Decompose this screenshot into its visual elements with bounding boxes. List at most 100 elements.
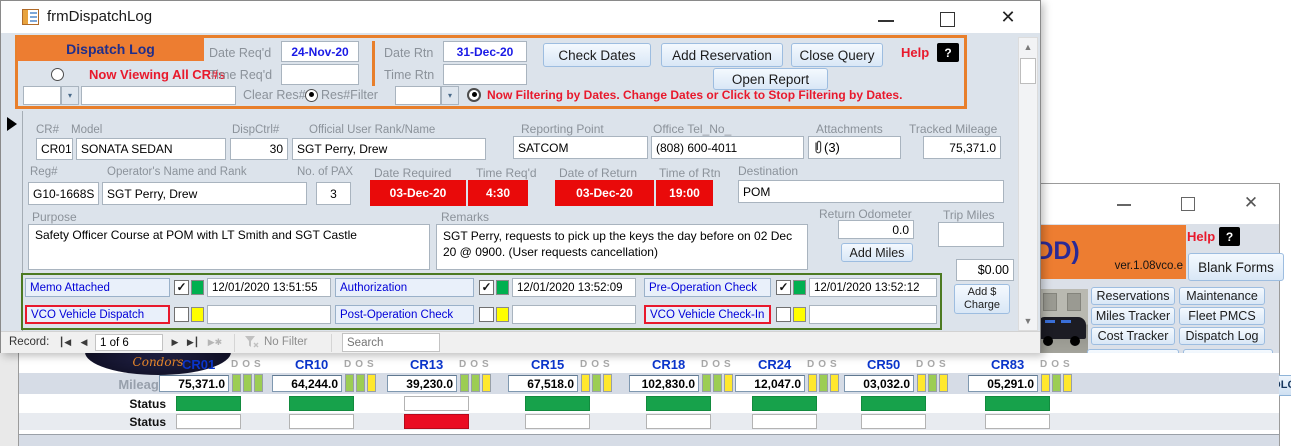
miles-tracker-button[interactable]: Miles Tracker [1091,307,1175,325]
status-bar-1 [404,396,469,411]
return-odometer-field[interactable]: 0.0 [838,220,914,239]
res-filter-radio[interactable] [305,89,318,102]
res-number-field[interactable] [81,86,236,105]
vco-dispatch-checkbox[interactable] [174,307,189,322]
date-filter-radio[interactable] [467,88,481,102]
menu-help-icon[interactable]: ? [1219,227,1240,246]
purpose-field[interactable]: Safety Officer Course at POM with LT Smi… [28,224,430,270]
filter-icon[interactable] [244,335,260,349]
blank-forms-button[interactable]: Blank Forms [1188,253,1284,281]
pre-op-check-checkbox[interactable] [776,280,791,295]
vco-dispatch-label[interactable]: VCO Vehicle Dispatch [25,305,170,324]
add-charge-button[interactable]: Add $ Charge [954,284,1010,314]
vehicle-photo [1037,289,1088,353]
destination-field[interactable]: POM [738,180,1004,203]
vco-checkin-label[interactable]: VCO Vehicle Check-In [644,305,771,324]
reservations-button[interactable]: Reservations [1091,287,1175,305]
fleet-pmcs-button[interactable]: Fleet PMCS [1179,307,1265,325]
dos-indicator-o [1052,374,1061,392]
date-combo-arrow[interactable]: ▾ [441,86,459,105]
cr-label: CR# [36,124,59,136]
record-nav-label: Record: [9,336,49,348]
last-record-button[interactable]: ▶┃ [185,335,201,350]
official-field[interactable]: SGT Perry, Drew [292,138,486,160]
res-combo-field[interactable] [23,86,61,105]
date-combo-field[interactable] [395,86,441,105]
dos-indicator-s [367,374,376,392]
search-input[interactable] [342,333,440,352]
help-icon[interactable]: ? [937,43,959,62]
menu-maximize-button[interactable] [1181,197,1195,211]
cost-tracker-button[interactable]: Cost Tracker [1091,327,1175,345]
dos-indicator-d [232,374,241,392]
pax-field[interactable]: 3 [316,182,351,205]
nav-divider-2 [331,334,332,352]
mileage-value[interactable]: 03,032.0 [844,375,914,392]
model-field[interactable]: SONATA SEDAN [76,138,226,160]
maintenance-button[interactable]: Maintenance [1179,287,1265,305]
destination-label: Destination [738,164,798,178]
authorization-checkbox[interactable] [479,280,494,295]
maximize-button[interactable] [940,12,955,27]
res-combo-arrow[interactable]: ▾ [61,86,79,105]
menu-close-button[interactable]: ✕ [1241,190,1261,216]
menu-minimize-button[interactable] [1117,204,1131,206]
record-position-field[interactable]: 1 of 6 [95,334,163,351]
next-record-button[interactable]: ▶ [168,335,182,350]
scroll-down-icon[interactable]: ▼ [1020,313,1036,329]
vertical-scrollbar[interactable]: ▲ ▼ [1018,37,1038,331]
date-return-field[interactable]: 03-Dec-20 [555,180,654,206]
nav-divider [234,334,235,352]
authorization-label[interactable]: Authorization [335,278,474,297]
tracked-mileage-field[interactable]: 75,371.0 [923,136,1001,159]
scrollbar-thumb[interactable] [1020,58,1036,84]
mileage-value[interactable]: 64,244.0 [272,375,342,392]
previous-record-button[interactable]: ◀ [77,335,91,350]
dispatch-titlebar[interactable]: frmDispatchLog ✕ [1,1,1040,33]
new-record-button[interactable]: ▶✱ [205,335,225,350]
operator-field[interactable]: SGT Perry, Drew [102,182,307,205]
post-op-check-checkbox[interactable] [479,307,494,322]
time-rtn-field[interactable] [443,64,527,85]
check-dates-button[interactable]: Check Dates [543,43,651,67]
pre-op-check-label[interactable]: Pre-Operation Check [644,278,771,297]
reg-field[interactable]: G10-1668S [28,182,99,205]
mileage-value[interactable]: 05,291.0 [968,375,1038,392]
status-bar-2 [176,414,241,429]
date-rtn-field[interactable]: 31-Dec-20 [443,41,527,62]
add-reservation-button[interactable]: Add Reservation [661,43,783,67]
scroll-up-icon[interactable]: ▲ [1020,39,1036,55]
date-required-field[interactable]: 03-Dec-20 [370,180,466,206]
vco-checkin-checkbox[interactable] [776,307,791,322]
close-icon[interactable]: ✕ [996,5,1020,29]
add-miles-button[interactable]: Add Miles [841,243,913,262]
mileage-value[interactable]: 12,047.0 [735,375,805,392]
time-rtn-label: Time Rtn [384,68,434,82]
mileage-value[interactable]: 102,830.0 [629,375,699,392]
viewing-all-radio[interactable] [51,68,64,81]
minimize-button[interactable] [878,20,894,22]
time-reqd2-field[interactable]: 4:30 [468,180,528,206]
dispatch-log-button[interactable]: Dispatch Log [1179,327,1265,345]
charge-field[interactable]: $0.00 [956,259,1014,281]
open-report-button[interactable]: Open Report [713,68,828,90]
mileage-value[interactable]: 67,518.0 [508,375,578,392]
fleet-bottom-band [19,435,1279,446]
attachments-field[interactable]: (3) [808,136,901,159]
reporting-field[interactable]: SATCOM [513,136,648,159]
mileage-value[interactable]: 75,371.0 [159,375,229,392]
tel-field[interactable]: (808) 600-4011 [651,136,804,159]
time-rtn2-field[interactable]: 19:00 [656,180,713,206]
remarks-field[interactable]: SGT Perry, requests to pick up the keys … [436,224,808,270]
time-reqd-field[interactable] [281,64,359,85]
first-record-button[interactable]: ┃◀ [57,335,73,350]
memo-attached-checkbox[interactable] [174,280,189,295]
memo-attached-label[interactable]: Memo Attached [25,278,170,297]
close-query-button[interactable]: Close Query [791,43,883,67]
post-op-check-label[interactable]: Post-Operation Check [335,305,474,324]
mileage-value[interactable]: 39,230.0 [387,375,457,392]
trip-miles-field[interactable] [938,222,1004,247]
cr-field[interactable]: CR01 [36,138,73,160]
dispctrl-field[interactable]: 30 [230,138,288,160]
date-reqd-field[interactable]: 24-Nov-20 [281,41,359,62]
